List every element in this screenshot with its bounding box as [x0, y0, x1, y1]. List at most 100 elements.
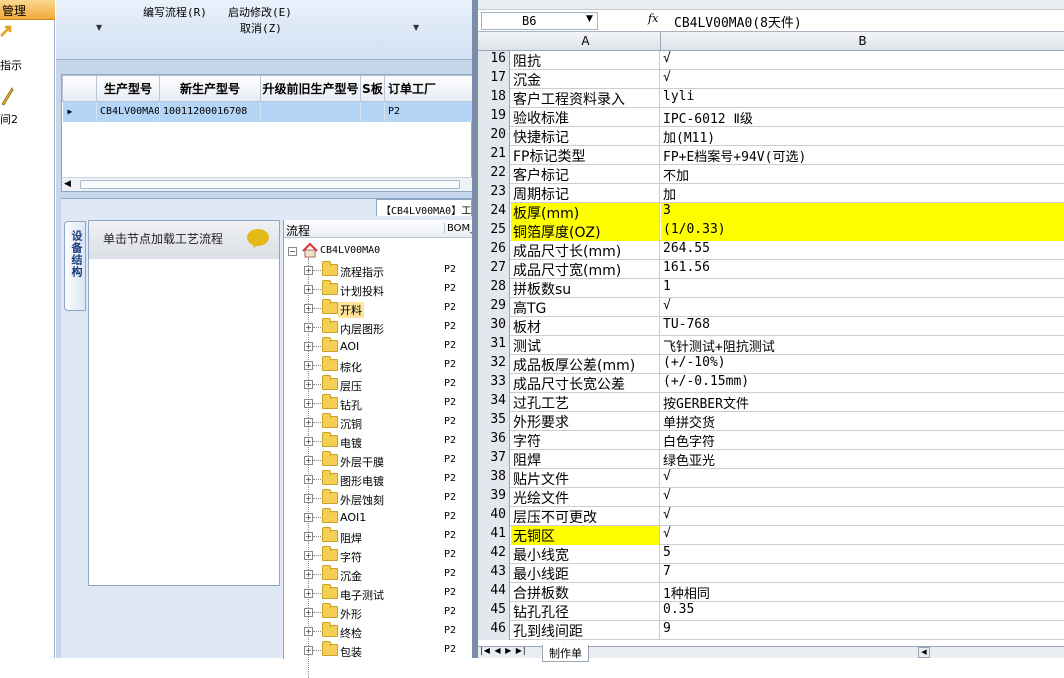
- scroll-left-arrow-icon[interactable]: ◀: [918, 647, 930, 658]
- expand-icon[interactable]: +: [304, 437, 313, 446]
- row-number[interactable]: 41: [478, 526, 510, 545]
- cell-field-value[interactable]: 264.55: [661, 241, 1064, 260]
- cell-field-name[interactable]: 最小线宽: [511, 545, 660, 564]
- tree-node[interactable]: + 棕化 P2: [284, 356, 473, 375]
- cell-field-value[interactable]: √: [661, 488, 1064, 507]
- table-row[interactable]: ▶ CB4LV00MA0 10011200016708 P2: [62, 101, 474, 122]
- row-number[interactable]: 23: [478, 184, 510, 203]
- cell-field-name[interactable]: 拼板数su: [511, 279, 660, 298]
- row-number[interactable]: 38: [478, 469, 510, 488]
- column-header[interactable]: 订单工厂: [384, 75, 474, 102]
- cell-field-name[interactable]: 阻抗: [511, 51, 660, 70]
- expand-icon[interactable]: +: [304, 361, 313, 370]
- row-number[interactable]: 33: [478, 374, 510, 393]
- cell-field-value[interactable]: √: [661, 298, 1064, 317]
- expand-icon[interactable]: +: [304, 570, 313, 579]
- speech-bubble-icon[interactable]: [247, 229, 269, 246]
- cell-field-name[interactable]: 成品尺寸宽(mm): [511, 260, 660, 279]
- cell-field-name[interactable]: 客户标记: [511, 165, 660, 184]
- tree-node[interactable]: + 外层蚀刻 P2: [284, 489, 473, 508]
- row-number[interactable]: 21: [478, 146, 510, 165]
- cell-field-name[interactable]: 层压不可更改: [511, 507, 660, 526]
- cell-field-name[interactable]: 过孔工艺: [511, 393, 660, 412]
- tree-node[interactable]: + 图形电镀 P2: [284, 470, 473, 489]
- expand-icon[interactable]: +: [304, 418, 313, 427]
- cell-field-value[interactable]: TU-768: [661, 317, 1064, 336]
- cell-field-name[interactable]: 光绘文件: [511, 488, 660, 507]
- expand-icon[interactable]: +: [304, 456, 313, 465]
- row-number[interactable]: 34: [478, 393, 510, 412]
- cell-field-value[interactable]: 加(M11): [661, 127, 1064, 146]
- grid-corner[interactable]: [62, 75, 97, 102]
- row-number[interactable]: 35: [478, 412, 510, 431]
- sheet-nav-arrows-icon[interactable]: |◀ ◀ ▶ ▶|: [480, 646, 527, 655]
- tree-node[interactable]: + AOI P2: [284, 337, 473, 356]
- vertical-tab-equipment-structure[interactable]: 设备结构: [64, 221, 86, 311]
- row-number[interactable]: 32: [478, 355, 510, 374]
- cell-field-name[interactable]: 成品尺寸长(mm): [511, 241, 660, 260]
- row-number[interactable]: 28: [478, 279, 510, 298]
- column-header[interactable]: 生产型号: [96, 75, 160, 102]
- column-header[interactable]: S板: [360, 75, 385, 102]
- column-header-b[interactable]: B: [661, 34, 1064, 48]
- column-header[interactable]: 新生产型号: [159, 75, 261, 102]
- tree-node[interactable]: + 沉铜 P2: [284, 413, 473, 432]
- cell-field-value[interactable]: 1种相同: [661, 583, 1064, 602]
- tree-header-flow[interactable]: 流程: [286, 222, 310, 239]
- fx-icon[interactable]: fx: [648, 12, 658, 25]
- cell-field-name[interactable]: 贴片文件: [511, 469, 660, 488]
- expand-icon[interactable]: +: [304, 494, 313, 503]
- expand-icon[interactable]: +: [304, 380, 313, 389]
- cell-field-value[interactable]: 白色字符: [661, 431, 1064, 450]
- tree-node[interactable]: + 字符 P2: [284, 546, 473, 565]
- cell-field-name[interactable]: 成品尺寸长宽公差: [511, 374, 660, 393]
- cell-field-name[interactable]: 字符: [511, 431, 660, 450]
- row-number[interactable]: 29: [478, 298, 510, 317]
- cell-field-value[interactable]: 7: [661, 564, 1064, 583]
- row-number[interactable]: 16: [478, 51, 510, 70]
- expand-icon[interactable]: +: [304, 285, 313, 294]
- cell-field-name[interactable]: 无铜区: [511, 526, 660, 545]
- table-cell[interactable]: [260, 101, 361, 122]
- cell-field-name[interactable]: 客户工程资料录入: [511, 89, 660, 108]
- tree-node[interactable]: + 计划投料 P2: [284, 280, 473, 299]
- cell-field-name[interactable]: 阻焊: [511, 450, 660, 469]
- row-number[interactable]: 31: [478, 336, 510, 355]
- cell-field-value[interactable]: 1: [661, 279, 1064, 298]
- cell-field-value[interactable]: lyli: [661, 89, 1064, 108]
- expand-icon[interactable]: +: [304, 551, 313, 560]
- cell-field-value[interactable]: 飞针测试+阻抗测试: [661, 336, 1064, 355]
- cell-field-value[interactable]: √: [661, 469, 1064, 488]
- tree-node[interactable]: + 沉金 P2: [284, 565, 473, 584]
- cell-field-name[interactable]: 验收标准: [511, 108, 660, 127]
- row-number[interactable]: 17: [478, 70, 510, 89]
- cell-field-value[interactable]: 9: [661, 621, 1064, 640]
- cell-field-value[interactable]: 绿色亚光: [661, 450, 1064, 469]
- row-number[interactable]: 45: [478, 602, 510, 621]
- cell-field-name[interactable]: 测试: [511, 336, 660, 355]
- expand-icon[interactable]: +: [304, 399, 313, 408]
- row-number[interactable]: 18: [478, 89, 510, 108]
- name-box-dropdown-icon[interactable]: ▼: [586, 14, 593, 24]
- table-cell[interactable]: [360, 101, 385, 122]
- tree-node[interactable]: + 包装 P2: [284, 641, 473, 660]
- ribbon-dropdown-arrow-icon-2[interactable]: ▼: [413, 23, 419, 32]
- pencil-icon[interactable]: [0, 84, 14, 106]
- cell-field-value[interactable]: 5: [661, 545, 1064, 564]
- row-number[interactable]: 20: [478, 127, 510, 146]
- cell-field-name[interactable]: 快捷标记: [511, 127, 660, 146]
- tree-node[interactable]: + 层压 P2: [284, 375, 473, 394]
- cell-field-name[interactable]: 铜箔厚度(OZ): [511, 222, 660, 241]
- tree-node[interactable]: + 阻焊 P2: [284, 527, 473, 546]
- cancel-button[interactable]: 取消(Z): [240, 20, 282, 36]
- column-header[interactable]: 升级前旧生产型号: [260, 75, 361, 102]
- row-number[interactable]: 43: [478, 564, 510, 583]
- cell-field-value[interactable]: (+/-10%): [661, 355, 1064, 374]
- row-number[interactable]: 42: [478, 545, 510, 564]
- expand-icon[interactable]: +: [304, 323, 313, 332]
- cell-field-value[interactable]: √: [661, 526, 1064, 545]
- write-flow-button[interactable]: 编写流程(R): [143, 4, 207, 20]
- column-header-a[interactable]: A: [511, 34, 660, 48]
- tree-node[interactable]: + 钻孔 P2: [284, 394, 473, 413]
- table-cell[interactable]: 10011200016708: [159, 101, 261, 122]
